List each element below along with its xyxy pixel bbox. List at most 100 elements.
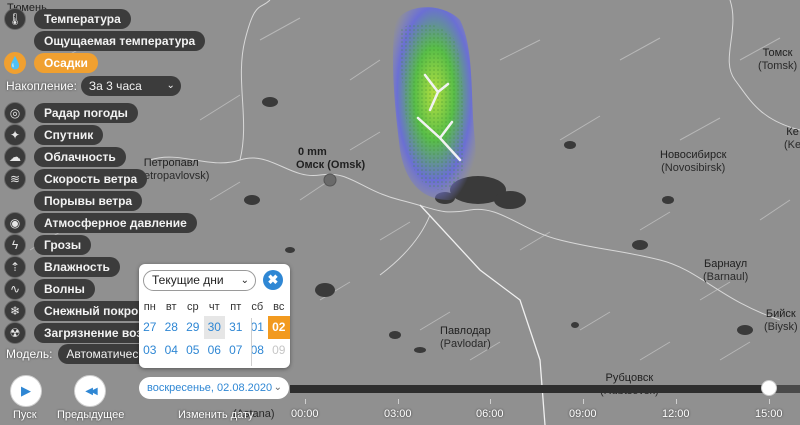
date-picker: Текущие дни ⌄ ✖ пн вт ср чт пт сб вс 27 2… bbox=[139, 264, 290, 368]
model-select[interactable]: Автоматическая bbox=[58, 344, 151, 364]
layer-label[interactable]: Радар погоды bbox=[34, 103, 138, 123]
city-label: Омск (Omsk) bbox=[296, 159, 366, 171]
pollution-icon: ☢ bbox=[4, 322, 26, 344]
timeline-tick[interactable]: 00:00 bbox=[291, 408, 319, 420]
layer-label[interactable]: Атмосферное давление bbox=[34, 213, 197, 233]
timeline-tick[interactable]: 12:00 bbox=[662, 408, 690, 420]
calendar-day[interactable]: 08 bbox=[247, 339, 269, 362]
omsk-precip-value: 0 mm bbox=[298, 146, 327, 158]
weekday-header: ср bbox=[186, 301, 199, 313]
tick-mark bbox=[398, 399, 399, 404]
layer-pressure[interactable]: ◉ Атмосферное давление bbox=[4, 212, 197, 234]
tick-mark bbox=[583, 399, 584, 404]
layer-thunderstorms[interactable]: ϟ Грозы bbox=[4, 234, 92, 256]
layer-label[interactable]: Снежный покров bbox=[34, 301, 156, 321]
layer-humidity[interactable]: ⇡ Влажность bbox=[4, 256, 120, 278]
layer-satellite[interactable]: ✦ Спутник bbox=[4, 124, 104, 146]
layer-snow-cover[interactable]: ❄ Снежный покров bbox=[4, 300, 156, 322]
layer-air-pollution[interactable]: ☢ Загрязнение возд bbox=[4, 322, 160, 344]
layer-label[interactable]: Спутник bbox=[34, 125, 104, 145]
layer-wind-gusts[interactable]: Порывы ветра bbox=[34, 190, 143, 212]
play-label: Пуск bbox=[13, 409, 37, 421]
city-label: Томск (Tomsk) bbox=[758, 47, 798, 72]
tick-mark bbox=[490, 399, 491, 404]
weekday-header: пт bbox=[230, 301, 242, 313]
layer-label[interactable]: Волны bbox=[34, 279, 95, 299]
close-icon[interactable]: ✖ bbox=[263, 270, 283, 290]
calendar-day-disabled: 09 bbox=[272, 343, 286, 357]
calendar-day[interactable]: 03 bbox=[139, 339, 161, 362]
omsk-marker bbox=[323, 173, 337, 187]
layer-waves[interactable]: ∿ Волны bbox=[4, 278, 95, 300]
layer-wind-speed[interactable]: ≋ Скорость ветра bbox=[4, 168, 148, 190]
previous-label: Предыдущее bbox=[57, 409, 125, 421]
wind-icon: ≋ bbox=[4, 168, 26, 190]
calendar-day[interactable]: 27 bbox=[139, 316, 161, 339]
layer-label[interactable]: Температура bbox=[34, 9, 131, 29]
model-label: Модель: bbox=[6, 347, 53, 361]
accumulation-label: Накопление: bbox=[6, 79, 77, 93]
timeline-tick[interactable]: 09:00 bbox=[569, 408, 597, 420]
layer-temperature[interactable]: 🌡 Температура bbox=[4, 8, 131, 30]
cloud-icon: ☁ bbox=[4, 146, 26, 168]
layer-label[interactable]: Осадки bbox=[34, 53, 98, 73]
weekday-header: вт bbox=[165, 301, 177, 313]
tick-mark bbox=[676, 399, 677, 404]
calendar-day[interactable]: 06 bbox=[204, 339, 226, 362]
timeline-track[interactable] bbox=[290, 385, 800, 393]
weekday-header: пн bbox=[143, 301, 156, 313]
snowflake-icon: ❄ bbox=[4, 300, 26, 322]
city-label: Новосибирск (Novosibirsk) bbox=[660, 149, 727, 174]
lightning-icon: ϟ bbox=[4, 234, 26, 256]
calendar-day[interactable]: 31 bbox=[225, 316, 247, 339]
layer-label[interactable]: Ощущаемая температура bbox=[34, 31, 206, 51]
layer-clouds[interactable]: ☁ Облачность bbox=[4, 146, 126, 168]
layer-label[interactable]: Грозы bbox=[34, 235, 92, 255]
tick-mark bbox=[305, 399, 306, 404]
calendar-day[interactable]: 29 bbox=[182, 316, 204, 339]
chevron-down-icon: ⌄ bbox=[273, 382, 282, 393]
accumulation-select[interactable]: За 3 часа ⌄ bbox=[80, 76, 181, 96]
calendar-day[interactable]: 07 bbox=[225, 339, 247, 362]
previous-button[interactable]: ◀◀ bbox=[74, 375, 106, 407]
city-label: Павлодар (Pavlodar) bbox=[440, 325, 491, 350]
weekday-header: сб bbox=[251, 301, 264, 313]
droplet-icon: 💧 bbox=[4, 52, 26, 74]
layer-label[interactable]: Облачность bbox=[34, 147, 126, 167]
change-date-button[interactable]: воскресенье, 02.08.2020 ⌄ bbox=[139, 377, 289, 399]
timeline-tick[interactable]: 03:00 bbox=[384, 408, 412, 420]
pressure-icon: ◉ bbox=[4, 212, 26, 234]
city-label: Ке (Ke bbox=[784, 126, 800, 151]
layer-precipitation[interactable]: 💧 Осадки bbox=[4, 52, 98, 74]
calendar-day[interactable]: 05 bbox=[182, 339, 204, 362]
tick-mark bbox=[769, 399, 770, 404]
play-icon: ▶ bbox=[21, 383, 31, 398]
layer-label[interactable]: Скорость ветра bbox=[34, 169, 148, 189]
weekday-header: чт bbox=[208, 301, 220, 313]
satellite-icon: ✦ bbox=[4, 124, 26, 146]
calendar-day-selected[interactable]: 02 bbox=[268, 316, 290, 339]
timeline-tick[interactable]: 06:00 bbox=[476, 408, 504, 420]
play-button[interactable]: ▶ bbox=[10, 375, 42, 407]
day-range-select[interactable]: Текущие дни ⌄ bbox=[143, 270, 256, 291]
radar-icon: ◎ bbox=[4, 102, 26, 124]
timeline-tick[interactable]: 15:00 bbox=[755, 408, 783, 420]
accumulation-control: Накопление: За 3 часа ⌄ bbox=[6, 76, 181, 96]
thermometer-icon: 🌡 bbox=[4, 8, 26, 30]
calendar-day[interactable]: 28 bbox=[161, 316, 183, 339]
model-control: Модель: Автоматическая bbox=[6, 344, 151, 364]
calendar-grid: пн вт ср чт пт сб вс 27 28 29 30 31 01 0… bbox=[139, 298, 290, 362]
city-label: Бийск (Biysk) bbox=[764, 308, 798, 333]
layer-radar[interactable]: ◎ Радар погоды bbox=[4, 102, 138, 124]
layer-label[interactable]: Порывы ветра bbox=[34, 191, 143, 211]
layer-feels-like[interactable]: Ощущаемая температура bbox=[34, 30, 206, 52]
rewind-icon: ◀◀ bbox=[85, 385, 98, 397]
calendar-divider bbox=[251, 318, 252, 366]
weekday-header: вс bbox=[273, 301, 285, 313]
layer-label[interactable]: Влажность bbox=[34, 257, 120, 277]
chevron-down-icon: ⌄ bbox=[166, 80, 175, 91]
calendar-day[interactable]: 30 bbox=[203, 316, 225, 339]
calendar-day[interactable]: 04 bbox=[161, 339, 183, 362]
calendar-day[interactable]: 01 bbox=[247, 316, 269, 339]
chevron-down-icon: ⌄ bbox=[240, 275, 249, 286]
